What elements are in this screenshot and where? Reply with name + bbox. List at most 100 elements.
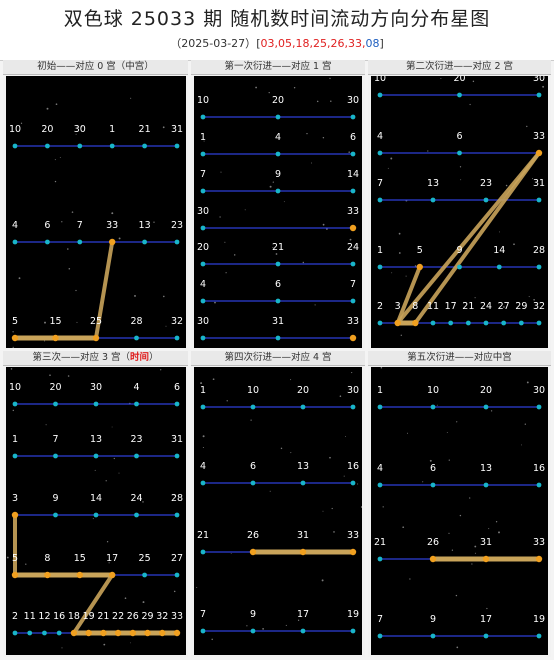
panel-label-highlight: 时间 — [130, 352, 150, 363]
number-label: 21 — [374, 537, 386, 548]
number-node — [200, 335, 206, 341]
number-node — [200, 628, 206, 634]
number-label: 31 — [171, 434, 183, 445]
background-star — [20, 122, 23, 124]
background-star — [409, 578, 411, 580]
number-label: 15 — [74, 553, 86, 564]
number-node — [52, 334, 59, 342]
background-star — [398, 252, 401, 254]
background-star — [160, 369, 162, 371]
red-balls: 03,05,18,25,26,33, — [260, 37, 366, 50]
background-star — [92, 518, 94, 520]
number-node — [174, 512, 180, 518]
number-label: 31 — [533, 178, 545, 189]
number-node — [275, 114, 281, 120]
number-node — [429, 555, 437, 563]
background-star — [12, 409, 14, 412]
number-label: 33 — [533, 537, 545, 548]
number-node — [12, 239, 18, 245]
star-map: 10 20 301 4 67 9 1430 3320 21 244 6 730 31 33 — [197, 77, 359, 342]
number-label: 33 — [347, 206, 359, 217]
number-node — [275, 335, 281, 341]
star-panel: 第四次衍进——对应 4 宫 1 10 20 30 4 6 13 16 21 26 31 33 7 9 17 19 — [191, 351, 365, 657]
background-star — [214, 301, 216, 304]
background-star — [46, 107, 49, 110]
number-label: 23 — [130, 434, 142, 445]
number-node — [173, 629, 181, 637]
background-star — [498, 531, 500, 534]
number-node — [536, 92, 542, 98]
background-star — [360, 506, 362, 508]
star-panel: 第五次衍进——对应中宫 1 10 20 30 4 6 13 16 21 26 31 33 7 9 17 19 — [368, 351, 551, 657]
number-node — [536, 633, 542, 639]
panel-label-text: 第一次衍进——对应 1 宫 — [224, 61, 332, 72]
background-star — [429, 459, 432, 462]
background-star — [111, 212, 114, 215]
number-label: 20 — [453, 76, 465, 84]
number-label: 30 — [74, 124, 86, 135]
number-label: 6 — [350, 132, 356, 143]
number-label: 16 — [533, 463, 545, 474]
background-star — [349, 238, 352, 241]
number-node — [483, 482, 489, 488]
number-node — [42, 630, 47, 636]
number-node — [56, 630, 62, 636]
background-star — [322, 510, 324, 512]
number-node — [350, 261, 356, 267]
background-star — [71, 211, 74, 213]
number-node — [200, 114, 206, 120]
background-star — [94, 469, 96, 471]
star-board: 10 20 30 4 6 33 7 13 23 31 1 5 9 14 28 2 3 8 11 17 21 24 27 29 3… — [371, 76, 548, 348]
number-node — [12, 453, 18, 459]
background-star — [280, 447, 283, 450]
number-node — [174, 401, 180, 407]
number-node — [482, 555, 490, 563]
background-star — [233, 254, 236, 256]
number-label: 33 — [171, 611, 183, 622]
background-star — [130, 642, 131, 644]
number-node — [109, 571, 116, 579]
number-node — [377, 264, 383, 270]
number-node — [250, 480, 256, 486]
panel-label-end: ） — [149, 352, 159, 363]
number-label: 6 — [44, 220, 50, 231]
number-node — [465, 320, 471, 326]
number-node — [11, 334, 19, 342]
number-label: 31 — [171, 124, 183, 135]
number-label: 1 — [377, 385, 383, 396]
number-node — [377, 197, 383, 203]
number-label: 7 — [377, 178, 383, 189]
background-star — [105, 480, 107, 482]
background-star — [124, 597, 127, 600]
number-node — [109, 143, 115, 149]
number-label: 16 — [347, 461, 359, 472]
number-node — [93, 401, 99, 407]
number-node — [142, 143, 148, 149]
number-label: 20 — [272, 95, 284, 106]
number-node — [174, 143, 180, 149]
background-star — [472, 80, 475, 83]
number-label: 3 — [12, 493, 18, 504]
number-node — [350, 188, 356, 194]
background-star — [44, 340, 46, 342]
number-node — [483, 404, 489, 410]
number-label: 32 — [171, 316, 183, 327]
background-star — [45, 424, 47, 426]
number-node — [53, 453, 58, 459]
number-node — [350, 114, 356, 120]
number-label: 26 — [127, 611, 139, 622]
background-star — [314, 304, 316, 306]
number-node — [70, 629, 78, 637]
number-node — [12, 630, 18, 636]
background-star — [402, 526, 405, 529]
number-label: 20 — [480, 385, 492, 396]
number-label: 33 — [347, 530, 359, 541]
bracket-close: ] — [379, 37, 384, 50]
background-star — [382, 506, 384, 508]
background-star — [66, 248, 69, 250]
background-star — [269, 490, 271, 492]
background-star — [520, 444, 522, 446]
number-label: 30 — [347, 95, 359, 106]
number-label: 17 — [297, 609, 309, 620]
background-star — [113, 457, 115, 460]
